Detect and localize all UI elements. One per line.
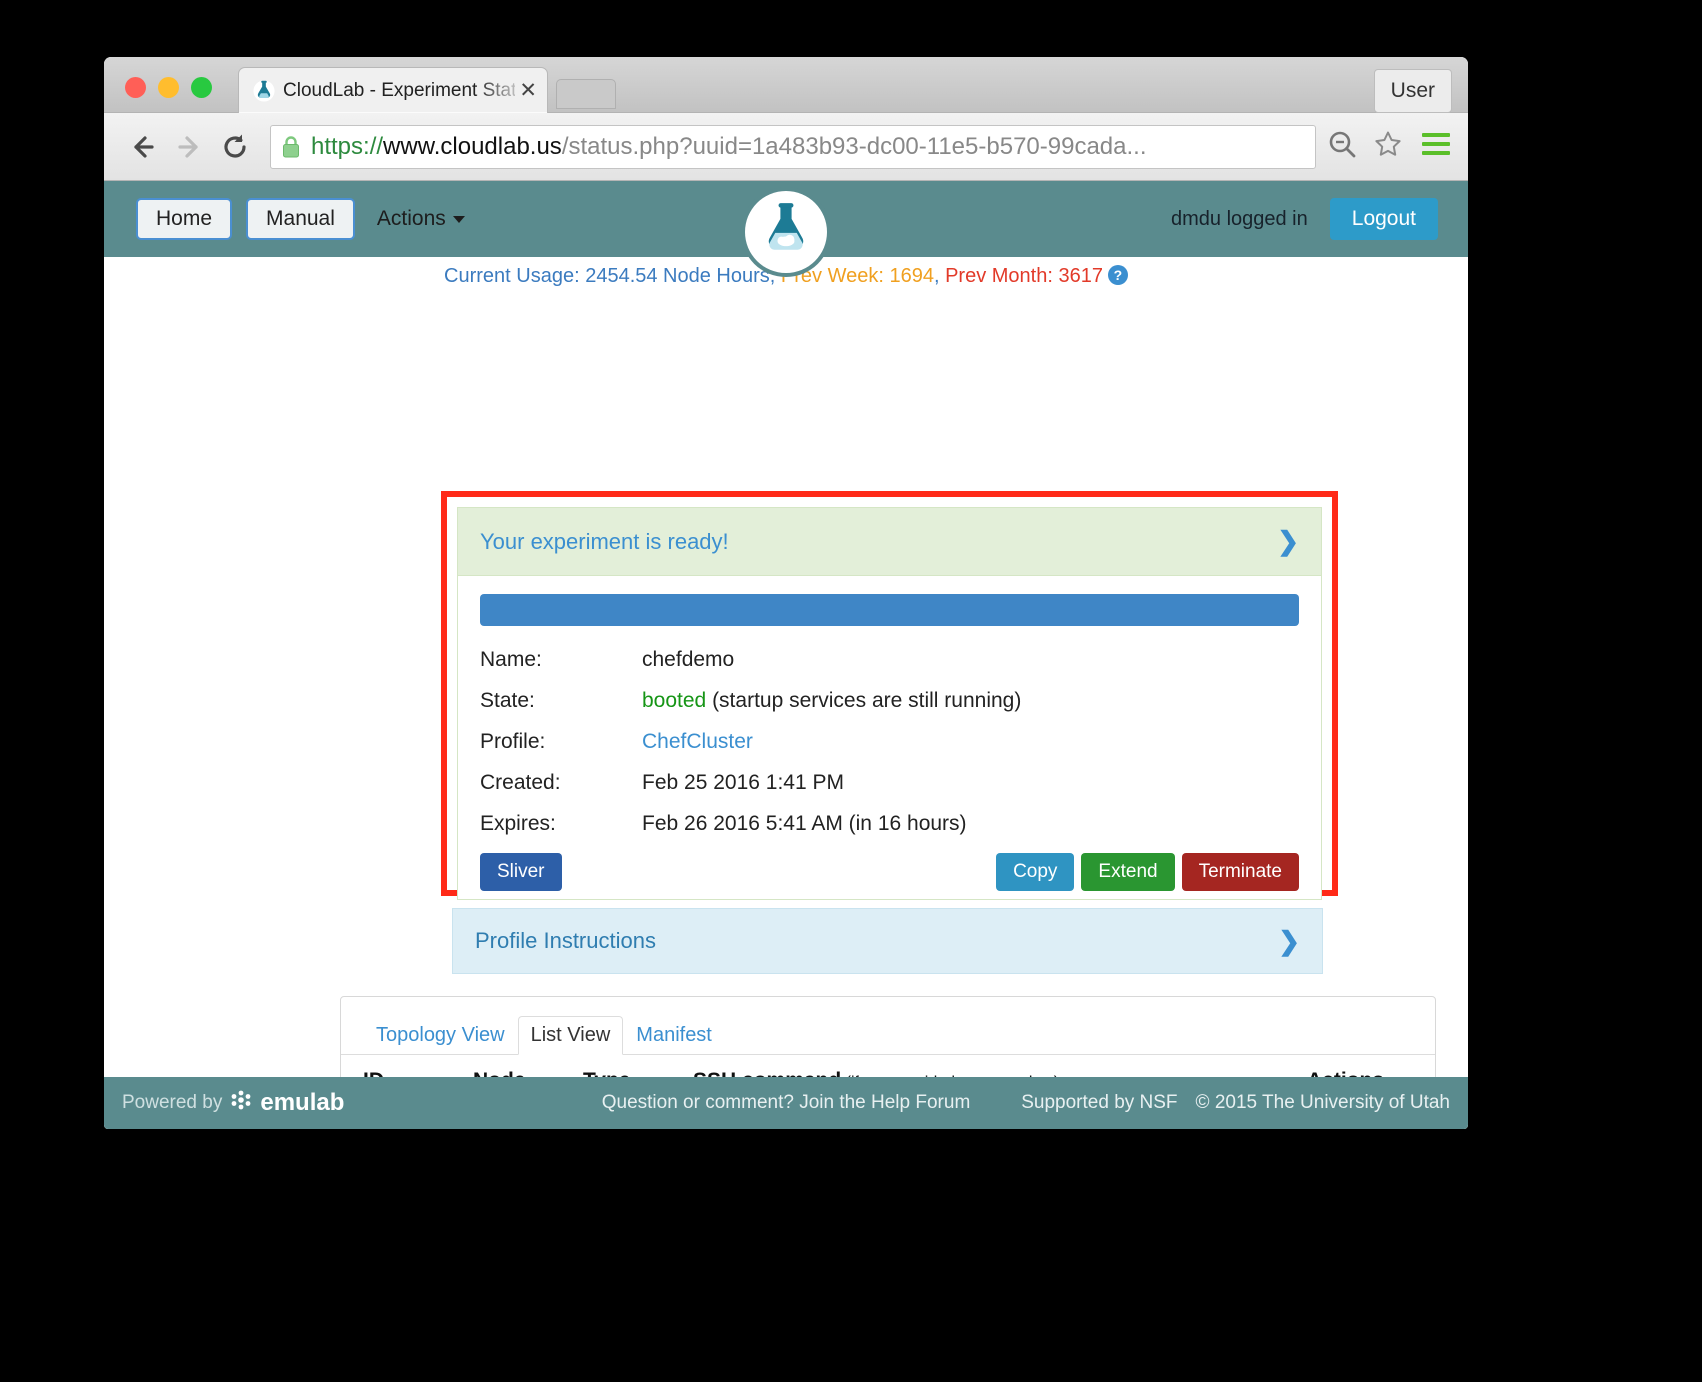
- bookmark-star-icon[interactable]: [1372, 128, 1404, 165]
- home-button[interactable]: Home: [136, 198, 233, 240]
- tab-manifest[interactable]: Manifest: [623, 1016, 725, 1055]
- field-value: booted (startup services are still runni…: [642, 689, 1299, 713]
- browser-tab-strip: CloudLab - Experiment Status ✕ User: [104, 57, 1468, 113]
- url-scheme: https://: [311, 132, 384, 160]
- forward-arrow-icon[interactable]: [166, 124, 212, 170]
- navbar-left-group: Home Manual Actions: [136, 198, 465, 240]
- experiment-field-profile: Profile: ChefCluster: [480, 730, 1299, 754]
- site-navbar: Home Manual Actions dmdu logged in Logou…: [104, 181, 1468, 273]
- field-value: Feb 25 2016 1:41 PM: [642, 771, 844, 794]
- terminate-button[interactable]: Terminate: [1181, 853, 1299, 891]
- chevron-right-icon[interactable]: ❯: [1278, 926, 1300, 957]
- experiment-progress-bar: [480, 594, 1299, 626]
- flask-icon: [253, 79, 275, 103]
- new-tab-button[interactable]: [556, 79, 616, 109]
- help-forum-link[interactable]: Question or comment? Join the Help Forum: [602, 1092, 971, 1114]
- address-bar[interactable]: https://www.cloudlab.us/status.php?uuid=…: [270, 124, 1316, 169]
- page-content: Home Manual Actions dmdu logged in Logou…: [104, 181, 1468, 1129]
- field-value: ChefCluster: [642, 730, 1299, 754]
- experiment-details: Name: chefdemo State: booted (startup se…: [458, 576, 1321, 905]
- prev-month-usage: Prev Month: 3617: [945, 265, 1103, 287]
- cloudlab-flask-logo[interactable]: [745, 191, 827, 273]
- tab-topology-view[interactable]: Topology View: [363, 1016, 518, 1055]
- experiment-banner-title: Your experiment is ready!: [480, 528, 729, 554]
- experiment-banner[interactable]: Your experiment is ready! ❯: [458, 508, 1321, 576]
- close-window-button[interactable]: [125, 77, 146, 98]
- experiment-field-name: Name: chefdemo: [480, 648, 1299, 672]
- emulab-wordmark: emulab: [260, 1089, 345, 1116]
- powered-by-label: Powered by: [122, 1092, 223, 1113]
- experiment-status-highlight: Your experiment is ready! ❯ Name: chefde…: [441, 491, 1338, 900]
- experiment-field-state: State: booted (startup services are stil…: [480, 689, 1299, 713]
- user-profile-button[interactable]: User: [1373, 69, 1452, 113]
- footer-powered-by: Powered by emulab: [122, 1089, 344, 1117]
- manual-button[interactable]: Manual: [246, 198, 355, 240]
- field-value: chefdemo: [642, 648, 735, 671]
- minimize-window-button[interactable]: [158, 77, 179, 98]
- field-label: State:: [480, 689, 535, 712]
- copyright-label: © 2015 The University of Utah: [1195, 1092, 1450, 1113]
- experiment-action-buttons: Sliver Copy Extend Terminate: [480, 853, 1299, 891]
- sliver-button[interactable]: Sliver: [480, 853, 562, 891]
- url-host: www.cloudlab.us: [383, 132, 562, 160]
- address-bar-text: https://www.cloudlab.us/status.php?uuid=…: [311, 133, 1147, 161]
- browser-tab-title: CloudLab - Experiment Status: [283, 79, 516, 101]
- help-question-icon[interactable]: ?: [1107, 265, 1128, 285]
- emulab-logo-icon: [230, 1089, 252, 1117]
- logout-button[interactable]: Logout: [1329, 198, 1438, 240]
- back-arrow-icon[interactable]: [120, 124, 166, 170]
- site-footer: Powered by emulab Question or comment? J…: [104, 1077, 1468, 1129]
- lock-icon: [281, 135, 301, 159]
- extend-button[interactable]: Extend: [1081, 853, 1175, 891]
- maximize-window-button[interactable]: [191, 77, 212, 98]
- window-traffic-lights: [125, 77, 212, 98]
- experiment-field-created: Created: Feb 25 2016 1:41 PM: [480, 771, 1299, 795]
- field-label: Created:: [480, 771, 561, 794]
- hamburger-menu-icon[interactable]: [1420, 131, 1452, 162]
- state-badge: booted: [642, 689, 707, 712]
- state-suffix: (startup services are still running): [706, 689, 1022, 712]
- usage-sep-2: ,: [933, 265, 946, 287]
- url-path: /status.php?uuid=1a483b93-dc00-11e5-b570…: [561, 132, 1147, 160]
- profile-link[interactable]: ChefCluster: [642, 730, 753, 753]
- nsf-support-label: Supported by NSF: [1021, 1092, 1178, 1113]
- browser-toolbar: https://www.cloudlab.us/status.php?uuid=…: [104, 113, 1468, 181]
- footer-right-group: Supported by NSF © 2015 The University o…: [1021, 1092, 1450, 1114]
- copy-button[interactable]: Copy: [996, 853, 1075, 891]
- experiment-panel: Your experiment is ready! ❯ Name: chefde…: [457, 507, 1322, 900]
- navbar-right-group: dmdu logged in Logout: [1171, 198, 1438, 240]
- current-usage-text: Current Usage: 2454.54 Node Hours: [444, 265, 770, 287]
- field-label: Profile:: [480, 730, 546, 753]
- profile-instructions-title: Profile Instructions: [475, 928, 656, 953]
- reload-icon[interactable]: [212, 124, 258, 170]
- logged-in-user: dmdu logged in: [1170, 207, 1308, 230]
- actions-dropdown[interactable]: Actions: [377, 207, 465, 231]
- field-label: Name:: [480, 648, 542, 671]
- tab-list-view[interactable]: List View: [517, 1016, 624, 1055]
- close-tab-icon[interactable]: ✕: [519, 80, 537, 101]
- actions-dropdown-label: Actions: [376, 207, 446, 230]
- chevron-right-icon[interactable]: ❯: [1277, 526, 1299, 557]
- profile-instructions-panel[interactable]: Profile Instructions ❯: [452, 908, 1323, 974]
- field-label: Expires:: [480, 812, 556, 835]
- zoom-out-icon[interactable]: [1326, 128, 1358, 165]
- chevron-down-icon: [452, 215, 465, 223]
- view-tabs: Topology View List View Manifest: [341, 997, 1435, 1055]
- experiment-field-expires: Expires: Feb 26 2016 5:41 AM (in 16 hour…: [480, 812, 1299, 836]
- browser-window: CloudLab - Experiment Status ✕ User http…: [104, 57, 1468, 1129]
- browser-tab[interactable]: CloudLab - Experiment Status ✕: [238, 67, 548, 113]
- field-value: Feb 26 2016 5:41 AM (in 16 hours): [642, 812, 967, 835]
